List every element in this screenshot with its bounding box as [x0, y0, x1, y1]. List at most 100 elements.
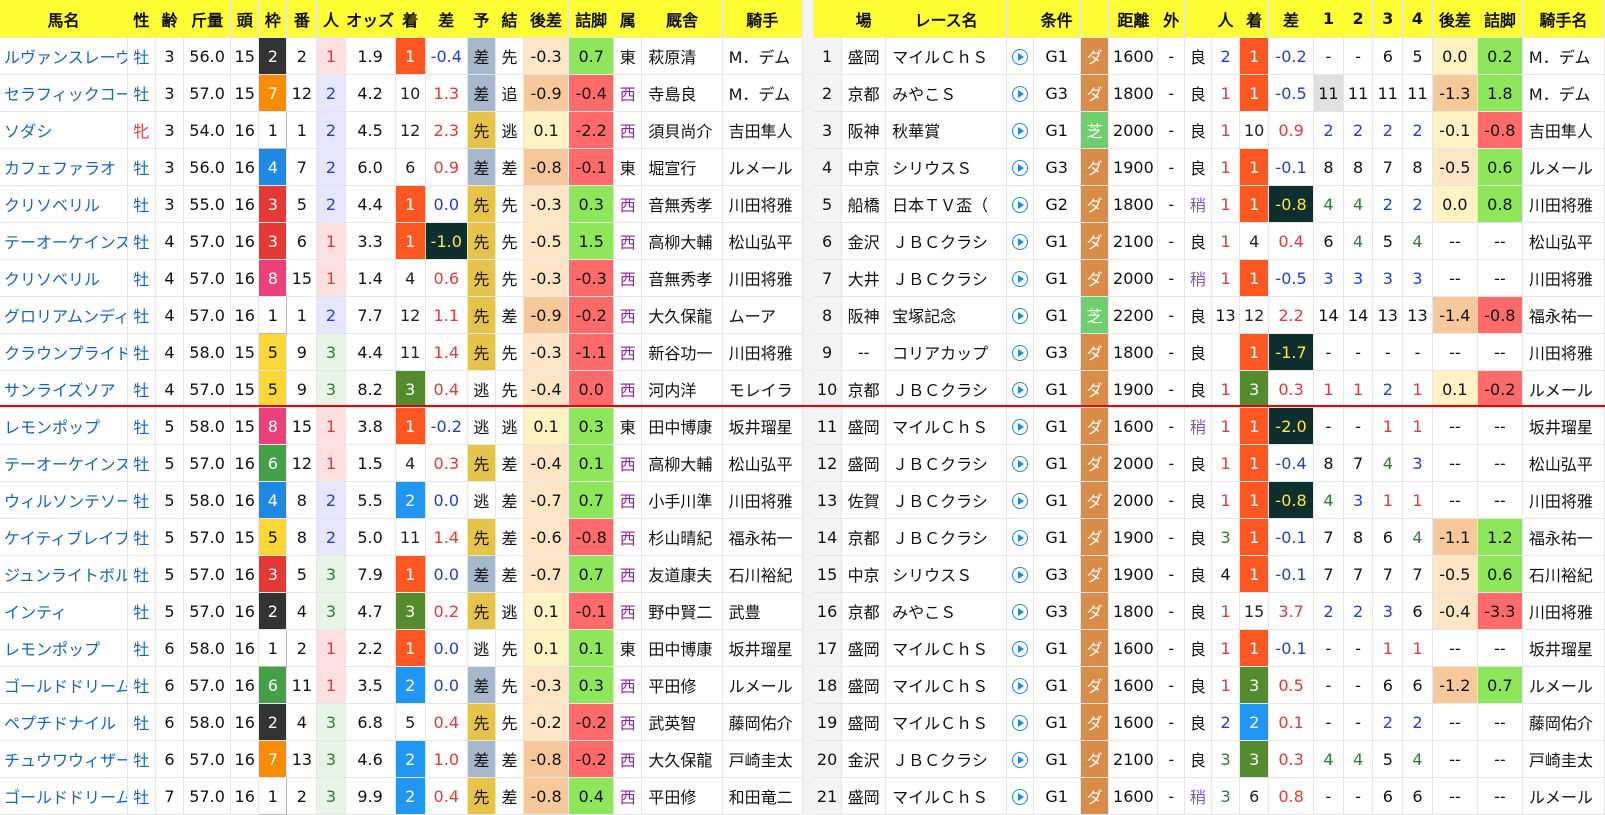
- horse-name-link[interactable]: ソダシ: [0, 111, 128, 149]
- play-circle-icon[interactable]: [1011, 308, 1028, 324]
- horse-name-link[interactable]: セラフィックコール: [0, 74, 128, 112]
- race-history-row[interactable]: 21 盛岡 マイルＣｈＳ G1 ダ 1600- 稍 3 6 0.8- -6 6 -- -- ルメール: [813, 777, 1605, 815]
- horse-name-link[interactable]: テーオーケインズ: [0, 222, 128, 260]
- header-cell[interactable]: 外: [1157, 0, 1186, 38]
- horse-row[interactable]: テーオーケインズ牡 5 57.0 16 6 12 1 1.5 4 0.3 先差 -0.4 0.1 西高柳大…: [0, 444, 804, 482]
- header-cell[interactable]: [1080, 0, 1110, 38]
- video-cell[interactable]: [1006, 37, 1034, 75]
- play-circle-icon[interactable]: [1011, 345, 1028, 361]
- horse-name-link[interactable]: チュウワウィザード: [0, 740, 128, 778]
- header-cell[interactable]: 後差: [523, 0, 570, 38]
- horse-row[interactable]: ゴールドドリーム牡 7 57.0 16 1 2 3 9.9 2 0.4 先差 -0.8 0.4 西平田修和…: [0, 777, 804, 815]
- horse-name-link[interactable]: クリソベリル: [0, 259, 128, 297]
- race-name-cell[interactable]: マイルＣｈＳ: [885, 703, 1007, 741]
- header-cell[interactable]: 騎手名: [1522, 0, 1605, 38]
- video-cell[interactable]: [1006, 518, 1034, 556]
- header-cell[interactable]: オッズ: [345, 0, 396, 38]
- horse-row[interactable]: クラウンプライド牡 4 58.0 15 5 9 3 4.4 11 1.4 先先 -0.3 -1.1 西新谷…: [0, 333, 804, 371]
- race-name-cell[interactable]: 日本ＴＶ盃（: [885, 185, 1007, 223]
- header-cell[interactable]: 3: [1372, 0, 1404, 38]
- horse-row[interactable]: ソダシ牝 3 54.0 16 1 1 2 4.5 12 2.3 先逃 0.1 -2.2 西須貝尚介 吉田隼人: [0, 111, 804, 149]
- header-cell[interactable]: レース名: [885, 0, 1007, 38]
- play-circle-icon[interactable]: [1011, 234, 1028, 250]
- video-cell[interactable]: [1006, 444, 1034, 482]
- header-cell[interactable]: 齢: [155, 0, 185, 38]
- race-history-row[interactable]: 17 盛岡 マイルＣｈＳ G1 ダ 1600- 良 1 1 -0.1- -1 1 -- -- 坂井瑠星: [813, 629, 1605, 667]
- header-cell[interactable]: 予: [467, 0, 496, 38]
- race-name-cell[interactable]: ＪＢＣクラシ: [885, 222, 1007, 260]
- race-history-row[interactable]: 9 -- コリアカップ G3 ダ 1800- 良 1 -1.7- - - - -- -- 川田将雅: [813, 333, 1605, 371]
- race-name-cell[interactable]: ＪＢＣクラシ: [885, 259, 1007, 297]
- video-cell[interactable]: [1006, 740, 1034, 778]
- race-history-row[interactable]: 19 盛岡 マイルＣｈＳ G1 ダ 1600- 良 2 2 0.1- -2 2 -- -- 藤岡佑介: [813, 703, 1605, 741]
- header-cell[interactable]: 2: [1343, 0, 1374, 38]
- horse-name-link[interactable]: クリソベリル: [0, 185, 128, 223]
- horse-name-link[interactable]: クラウンプライド: [0, 333, 128, 371]
- race-name-cell[interactable]: ＪＢＣクラシ: [885, 518, 1007, 556]
- race-history-row[interactable]: 3 阪神 秋華賞 G1 芝 2000- 良 1 10 0.9 2 2 2 2 -0.1 -0.8 吉田隼人: [813, 111, 1605, 149]
- horse-row[interactable]: レモンポップ牡 5 58.0 15 8 15 1 3.8 1 -0.2 逃逃 0.1 0.3 東田中博康坂…: [0, 407, 804, 445]
- header-cell[interactable]: 人: [1211, 0, 1241, 38]
- video-cell[interactable]: [1006, 185, 1034, 223]
- race-name-cell[interactable]: マイルＣｈＳ: [885, 777, 1007, 815]
- horse-name-link[interactable]: ケイティブレイブ: [0, 518, 128, 556]
- play-circle-icon[interactable]: [1011, 752, 1028, 768]
- horse-row[interactable]: レモンポップ牡 6 58.0 16 1 2 1 2.2 1 0.0 逃先 0.1 0.1 東田中博康 坂井瑠…: [0, 629, 804, 667]
- header-cell[interactable]: 差: [1268, 0, 1315, 38]
- header-cell[interactable]: 差: [425, 0, 468, 38]
- play-circle-icon[interactable]: [1011, 567, 1028, 583]
- header-cell[interactable]: 着: [395, 0, 426, 38]
- race-name-cell[interactable]: ＪＢＣクラシ: [885, 481, 1007, 519]
- horse-name-link[interactable]: レモンポップ: [0, 629, 128, 667]
- race-name-cell[interactable]: みやこＳ: [885, 592, 1007, 630]
- horse-row[interactable]: チュウワウィザード牡657.01671334.621.0差差-0.8-0.2西大…: [0, 740, 804, 778]
- race-history-row[interactable]: 8 阪神 宝塚記念 G1 芝 2200- 良 13 12 2.2 14 14 13 13 -1.4 -0.8 福…: [813, 296, 1605, 334]
- horse-name-link[interactable]: レモンポップ: [0, 407, 128, 445]
- header-cell[interactable]: 距離: [1108, 0, 1159, 38]
- horse-row[interactable]: セラフィックコール牡357.01571224.2101.3差追-0.9-0.4西…: [0, 74, 804, 112]
- header-cell[interactable]: 性: [127, 0, 156, 38]
- horse-name-link[interactable]: ルヴァンスレーヴ: [0, 37, 128, 75]
- header-cell[interactable]: 詰脚: [568, 0, 615, 38]
- video-cell[interactable]: [1006, 666, 1034, 704]
- race-name-cell[interactable]: シリウスＳ: [885, 148, 1007, 186]
- race-history-row[interactable]: 1 盛岡 マイルＣｈＳ G1 ダ 1600- 良 2 1 -0.2- -6 5 0.0 0.2 M．デム: [813, 37, 1605, 75]
- header-cell[interactable]: 場: [841, 0, 887, 38]
- header-cell[interactable]: 着: [1239, 0, 1270, 38]
- race-name-cell[interactable]: コリアカップ: [885, 333, 1007, 371]
- header-cell[interactable]: 条件: [1033, 0, 1081, 38]
- header-cell[interactable]: [1006, 0, 1034, 38]
- horse-name-link[interactable]: カフェファラオ: [0, 148, 128, 186]
- play-circle-icon[interactable]: [1011, 641, 1028, 657]
- header-cell[interactable]: 馬名: [0, 0, 128, 38]
- play-circle-icon[interactable]: [1011, 49, 1028, 65]
- horse-row[interactable]: インティ牡 5 57.0 16 2 4 3 4.7 3 0.2 先逃 0.1 -0.1 西野中賢二 武豊: [0, 592, 804, 630]
- header-cell[interactable]: 後差: [1432, 0, 1478, 38]
- horse-name-link[interactable]: テーオーケインズ: [0, 444, 128, 482]
- race-history-row[interactable]: 10 京都 ＪＢＣクラシ G1 ダ 1900- 良 1 3 0.3 1 1 2 1 0.1 -0.2 ルメール: [813, 370, 1605, 408]
- header-cell[interactable]: 4: [1402, 0, 1433, 38]
- video-cell[interactable]: [1006, 296, 1034, 334]
- horse-name-link[interactable]: グロリアムンディ: [0, 296, 128, 334]
- play-circle-icon[interactable]: [1011, 160, 1028, 176]
- play-circle-icon[interactable]: [1011, 530, 1028, 546]
- header-cell[interactable]: 枠: [258, 0, 288, 38]
- race-history-row[interactable]: 11 盛岡 マイルＣｈＳ G1 ダ 1600- 稍 1 1 -2.0- -1 1 -- -- 坂井瑠星: [813, 407, 1605, 445]
- horse-row[interactable]: グロリアムンディ牡 4 57.0 16 1 1 2 7.7 12 1.1 先差 -0.9 -0.2 西大久…: [0, 296, 804, 334]
- race-name-cell[interactable]: マイルＣｈＳ: [885, 666, 1007, 704]
- race-history-row[interactable]: 14 京都 ＪＢＣクラシ G1 ダ 1900- 良 3 1 -0.1 7 8 6 4 -1.1 1.2 福永祐一: [813, 518, 1605, 556]
- horse-row[interactable]: ケイティブレイブ牡 5 57.0 15 5 8 2 5.0 11 1.4 先差 -0.6 -0.8 西杉山…: [0, 518, 804, 556]
- header-cell[interactable]: 結: [495, 0, 525, 38]
- race-history-row[interactable]: 16 京都 みやこＳ G3 ダ 1800- 良 1 15 3.7 2 2 3 6 -0.4 -3.3 川田将雅: [813, 592, 1605, 630]
- play-circle-icon[interactable]: [1011, 789, 1028, 805]
- video-cell[interactable]: [1006, 111, 1034, 149]
- horse-row[interactable]: ジュンライトボルト牡557.0163537.910.0差差-0.70.7西友道康…: [0, 555, 804, 593]
- horse-row[interactable]: ゴールドドリーム牡 6 57.0 16 6 11 1 3.5 2 0.0 差先 -0.3 0.3 西平田修…: [0, 666, 804, 704]
- race-name-cell[interactable]: 秋華賞: [885, 111, 1007, 149]
- horse-name-link[interactable]: ウィルソンテソーロ: [0, 481, 128, 519]
- play-circle-icon[interactable]: [1011, 493, 1028, 509]
- horse-name-link[interactable]: ペプチドナイル: [0, 703, 128, 741]
- race-history-row[interactable]: 5 船橋 日本ＴＶ盃（ G2 ダ 1800- 稍 1 1 -0.8 4 4 2 2 0.0 0.8 川田将雅: [813, 185, 1605, 223]
- play-circle-icon[interactable]: [1011, 382, 1028, 398]
- video-cell[interactable]: [1006, 333, 1034, 371]
